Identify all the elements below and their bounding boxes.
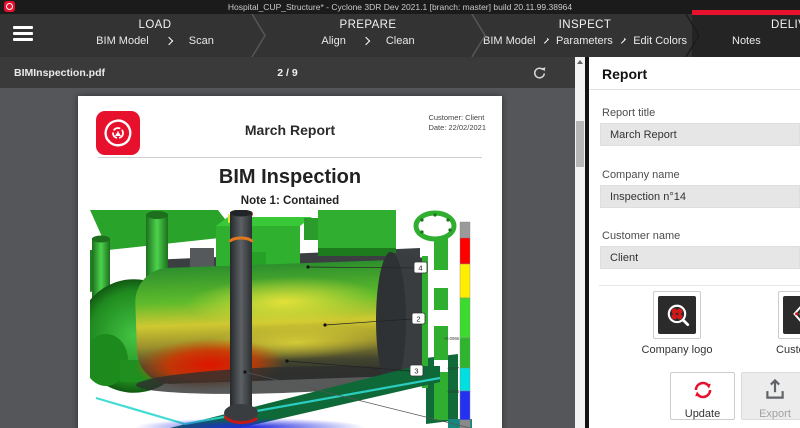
ribbon-section-inspect: INSPECT BIM Model Parameters Edit Colors [478, 14, 692, 57]
pdf-toolbar: BIMInspection.pdf 2 / 9 [0, 57, 575, 88]
export-icon [763, 378, 787, 402]
update-refresh-icon [691, 378, 715, 402]
export-button[interactable]: Export [741, 372, 800, 420]
pdf-viewport: March Report Customer: Client Date: 22/0… [0, 88, 575, 428]
ribbon-item-notes[interactable]: Notes [732, 35, 761, 47]
chevron-right-icon [362, 37, 370, 45]
inspection-model-figure: +0.0066 -0.027 -0.064 4 [90, 210, 480, 428]
company-logo-group: Company logo [612, 291, 742, 356]
section-title-prepare: PREPARE [258, 19, 478, 31]
update-button[interactable]: Update [670, 372, 735, 420]
report-title-input[interactable] [600, 123, 800, 146]
note-subtitle: Note 1: Contained [78, 195, 502, 207]
date-line: Date: 22/02/2021 [428, 123, 486, 133]
company-logo-button[interactable] [653, 291, 701, 339]
section-title-inspect: INSPECT [478, 19, 692, 31]
cyclone-3dr-window: Hospital_CUP_Structure* - Cyclone 3DR De… [0, 0, 800, 428]
customize-button-label: Customize [737, 344, 800, 356]
ribbon-item-scan[interactable]: Scan [189, 35, 214, 47]
svg-text:-0.064: -0.064 [447, 389, 460, 394]
customize-button[interactable] [778, 291, 800, 339]
svg-text:-0.027: -0.027 [447, 366, 460, 371]
ribbon-item-parameters[interactable]: Parameters [556, 35, 613, 47]
chevron-right-icon [165, 37, 173, 45]
ribbon-item-align[interactable]: Align [321, 35, 345, 47]
report-title-label: Report title [602, 107, 655, 119]
company-name-label: Company name [602, 169, 680, 181]
ribbon-item-bim-model-inspect[interactable]: BIM Model [483, 35, 536, 47]
hamburger-menu-button[interactable] [13, 26, 33, 44]
header-divider [98, 157, 482, 158]
section-title-deliver: DELIVER [692, 19, 800, 31]
logo-magnifier-icon [663, 301, 691, 329]
app-logo-icon [4, 1, 15, 12]
ribbon-item-bim-model-load[interactable]: BIM Model [96, 35, 149, 47]
svg-text:4: 4 [418, 264, 422, 273]
document-title: BIM Inspection [78, 166, 502, 189]
pdf-page-indicator: 2 / 9 [0, 67, 575, 79]
panel-title-divider [589, 89, 800, 90]
report-panel: Report Report title Company name Custome… [589, 57, 800, 428]
customer-line: Customer: Client [428, 113, 486, 123]
chevron-right-icon [543, 38, 549, 44]
workflow-ribbon: LOAD BIM Model Scan PREPARE Align Clean … [0, 14, 800, 57]
scrollbar-thumb[interactable] [576, 121, 584, 167]
customer-name-label: Customer name [602, 230, 680, 242]
ribbon-section-deliver: DELIVER Notes [692, 14, 800, 57]
svg-text:3: 3 [414, 367, 418, 376]
pdf-page: March Report Customer: Client Date: 22/0… [78, 96, 502, 428]
ribbon-section-prepare: PREPARE Align Clean [258, 14, 478, 57]
active-section-indicator [692, 10, 800, 15]
chevron-right-icon [620, 38, 626, 44]
report-meta: Customer: Client Date: 22/02/2021 [428, 113, 486, 133]
ribbon-item-edit-colors[interactable]: Edit Colors [633, 35, 687, 47]
ribbon-section-load: LOAD BIM Model Scan [0, 14, 258, 57]
customize-group: Customize [737, 291, 800, 356]
company-name-input[interactable] [600, 185, 800, 208]
customer-name-input[interactable] [600, 246, 800, 269]
refresh-icon[interactable] [532, 65, 547, 80]
ribbon-item-clean[interactable]: Clean [386, 35, 415, 47]
update-button-label: Update [671, 408, 734, 420]
export-button-label: Export [742, 408, 800, 420]
color-scale-bar [460, 222, 470, 428]
customize-report-icon [788, 301, 800, 329]
title-bar: Hospital_CUP_Structure* - Cyclone 3DR De… [0, 0, 800, 14]
vertical-scrollbar[interactable] [575, 57, 585, 428]
svg-text:+0.0066: +0.0066 [444, 336, 460, 341]
svg-text:2: 2 [416, 315, 420, 324]
panel-title: Report [602, 66, 647, 82]
section-title-load: LOAD [52, 19, 258, 31]
window-title: Hospital_CUP_Structure* - Cyclone 3DR De… [228, 2, 572, 12]
company-logo-button-label: Company logo [612, 344, 742, 356]
scroll-up-arrow-icon[interactable] [577, 60, 583, 64]
fields-divider [599, 285, 800, 286]
